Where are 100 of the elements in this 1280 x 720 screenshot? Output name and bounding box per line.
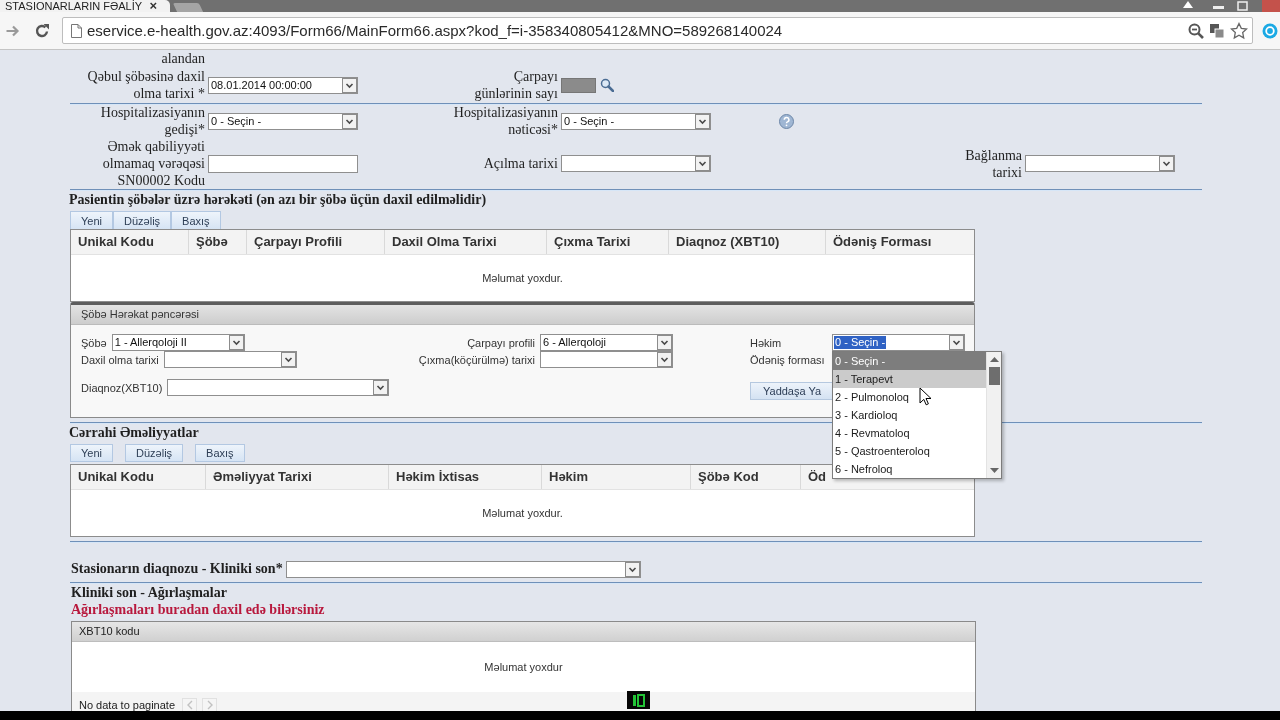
toolbar-button[interactable]: Yeni — [70, 211, 113, 229]
scroll-down-icon[interactable] — [989, 468, 999, 473]
zoom-out-icon[interactable] — [1188, 22, 1204, 39]
section-title: Kliniki son - Ağırlaşmalar — [71, 584, 227, 601]
column-header: Əməliyyat Tarixi — [206, 465, 389, 489]
column-header: Şöbə Kod — [691, 465, 801, 489]
hint-text: Ağırlaşmaları buradan daxil edə bilərsiniz — [71, 601, 325, 618]
scroll-up-icon[interactable] — [989, 357, 999, 362]
chevron-down-icon — [695, 156, 710, 171]
browser-tab[interactable]: STASIONARLARIN FƏALİY × — [0, 0, 170, 12]
dropdown-option[interactable]: 3 - Kardioloq — [833, 406, 986, 424]
column-header: XBT10 kodu — [78, 624, 141, 639]
toolbar-button[interactable]: Düzəliş — [113, 211, 172, 229]
field-label: Həkim — [750, 336, 783, 349]
chevron-down-icon — [342, 77, 357, 93]
text-field[interactable] — [208, 154, 358, 173]
field-label: Qəbul şöbəsinə daxil olma tarixi * — [87, 68, 206, 102]
field-label: alandan — [161, 50, 206, 67]
chevron-down-icon — [657, 352, 672, 367]
field-label: Çarpayı günlərinin sayı — [474, 68, 559, 102]
dropdown-field[interactable]: 6 - Allerqoloji — [540, 334, 673, 351]
section-title: Cərrahi Əməliyyatlar — [69, 424, 199, 442]
maximize-icon[interactable] — [1237, 1, 1248, 11]
column-header: Unikal Kodu — [71, 230, 189, 254]
field-label: Çarpayı profili — [467, 336, 535, 349]
dropdown-field[interactable]: 0 - Seçin - — [832, 334, 965, 351]
empty-message: Məlumat yoxdur — [484, 661, 563, 673]
dropdown-option[interactable]: 6 - Nefroloq — [833, 460, 986, 478]
toolbar-button[interactable]: Baxış — [171, 211, 221, 229]
new-tab-button[interactable] — [172, 3, 204, 12]
extension-icon[interactable] — [1262, 22, 1278, 39]
dropdown-option[interactable]: 0 - Seçin - — [833, 352, 986, 370]
column-header: Həkim — [542, 465, 691, 489]
save-button[interactable]: Yaddaşa Ya — [750, 382, 832, 400]
help-icon[interactable] — [779, 113, 794, 129]
two-squares-icon[interactable] — [1209, 22, 1225, 39]
column-header: Daxil Olma Tarixi — [385, 230, 547, 254]
dropdown-option[interactable]: 5 - Qastroenteroloq — [833, 442, 986, 460]
dropdown-option[interactable]: 1 - Terapevt — [833, 370, 986, 388]
toolbar-button[interactable]: Düzəliş — [125, 444, 184, 462]
search-icon[interactable] — [600, 78, 614, 92]
dropdown-field[interactable] — [1025, 155, 1175, 172]
dropdown-field[interactable]: 0 - Seçin - — [561, 112, 711, 130]
dropdown-field[interactable] — [540, 351, 673, 368]
toolbar-button[interactable]: Yeni — [70, 444, 113, 462]
dropdown-option[interactable]: 2 - Pulmonoloq — [833, 388, 986, 406]
dropdown-field[interactable]: 08.01.2014 00:00:00 — [208, 76, 358, 94]
field-label: Hospitalizasiyanın gedişi* — [100, 104, 206, 138]
chevron-down-icon — [373, 380, 389, 395]
dropdown-field[interactable] — [163, 351, 297, 368]
chevron-left-icon — [185, 700, 194, 710]
field-label: Daxil olma tarixi — [81, 353, 159, 366]
column-header: Həkim İxtisas — [389, 465, 542, 489]
column-header: Unikal Kodu — [71, 465, 206, 489]
field-label: Çıxma(köçürülmə) tarixi — [418, 353, 535, 366]
star-icon[interactable] — [1230, 21, 1248, 40]
scroll-thumb[interactable] — [988, 367, 1000, 385]
dropdown-field[interactable]: 1 - Allerqoloji II — [111, 334, 245, 351]
column-header: Öd — [807, 468, 828, 486]
field-label: Şöbə — [81, 336, 107, 349]
pointer-cursor-icon — [919, 387, 931, 406]
scrollbar[interactable] — [986, 352, 1001, 478]
toolbar-button[interactable]: Baxış — [195, 444, 245, 462]
field-label: Stasionarın diaqnozu - Kliniki son* — [71, 560, 283, 578]
section-title: Pasientin şöbələr üzrə hərəkəti (ən azı bir şöbə üçün daxil edilməlidir) — [69, 191, 487, 209]
dropdown-field[interactable] — [285, 560, 641, 578]
empty-message: Məlumat yoxdur. — [482, 272, 563, 284]
chevron-down-icon — [1159, 156, 1174, 171]
chevron-down-icon — [342, 113, 357, 129]
overlay-tile-icon — [627, 691, 650, 709]
column-header: Diaqnoz (XBT10) — [669, 230, 826, 254]
column-header: Ödəniş Forması — [832, 233, 933, 251]
tab-close-button[interactable]: × — [144, 0, 162, 12]
column-header: Çarpayı Profili — [247, 230, 385, 254]
dropdown-field[interactable] — [561, 155, 711, 172]
field-label: Əmək qabiliyyəti olmamaq vərəqəsi SN00002 Kodu — [102, 138, 206, 189]
address-bar[interactable]: eservice.e-health.gov.az:4093/Form66/MainForm66.aspx?kod_f=i-358340805412&MNO=589268140024 — [62, 17, 1253, 44]
chevron-down-icon — [280, 352, 296, 367]
empty-message: Məlumat yoxdur. — [482, 507, 563, 519]
chevron-down-icon — [657, 335, 672, 350]
triangle-icon[interactable] — [1183, 1, 1193, 8]
chevron-down-icon — [624, 561, 640, 577]
field-label: Açılma tarixi — [483, 155, 559, 172]
field-label: Ödəniş forması — [750, 353, 826, 366]
page-icon — [71, 23, 82, 38]
pager-text: No data to paginate — [79, 699, 176, 711]
chevron-right-icon — [205, 700, 214, 710]
chevron-down-icon — [695, 113, 710, 129]
panel-title: Şöbə Hərəkat pəncərəsi — [71, 305, 974, 325]
reload-icon[interactable] — [34, 22, 50, 39]
column-header: Çıxma Tarixi — [547, 230, 669, 254]
field-label: Diaqnoz(XBT10) — [81, 381, 163, 394]
dropdown-field[interactable] — [167, 379, 390, 396]
field-label: Bağlanma tarixi — [965, 146, 1023, 181]
column-header: Şöbə — [189, 230, 247, 254]
chevron-down-icon — [949, 335, 964, 350]
dropdown-option[interactable]: 4 - Revmatoloq — [833, 424, 986, 442]
chevron-down-icon — [228, 335, 244, 350]
field-label: Hospitalizasiyanın nəticəsi* — [453, 104, 559, 138]
dropdown-field[interactable]: 0 - Seçin - — [208, 112, 358, 130]
